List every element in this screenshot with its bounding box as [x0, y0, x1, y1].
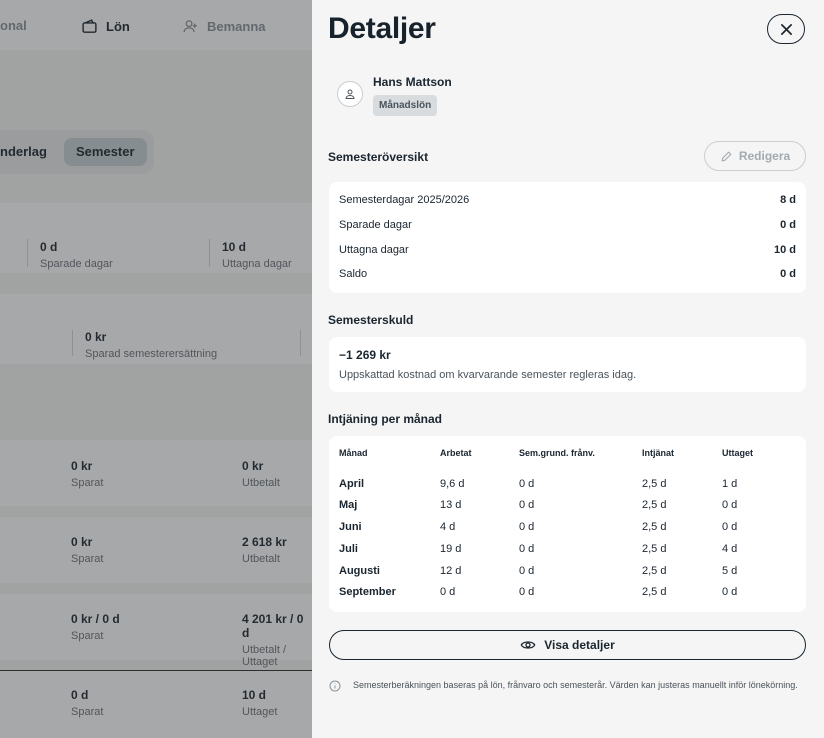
eye-icon — [520, 641, 536, 649]
debt-value: −1 269 kr — [339, 348, 391, 362]
avatar — [337, 81, 363, 107]
debt-panel: −1 269 kr Uppskattad kostnad om kvarvara… — [329, 337, 806, 392]
table-row: September 0 d 0 d 2,5 d 0 d — [339, 586, 738, 598]
earnings-title: Intjäning per månad — [328, 412, 443, 426]
user-icon — [345, 89, 355, 99]
table-row: Maj 13 d 0 d 2,5 d 0 d — [339, 499, 738, 511]
column-header: Månad — [339, 448, 368, 458]
table-row: April 9,6 d 0 d 2,5 d 1 d — [339, 478, 738, 490]
close-button[interactable] — [767, 14, 805, 44]
column-header: Uttaget — [722, 448, 753, 458]
table-row: Juli 19 d 0 d 2,5 d 4 d — [339, 543, 738, 555]
employee-name: Hans Mattson — [373, 75, 452, 89]
column-header: Arbetat — [440, 448, 472, 458]
column-header: Intjänat — [642, 448, 675, 458]
table-row: Augusti 12 d 0 d 2,5 d 5 d — [339, 565, 738, 577]
debt-description: Uppskattad kostnad om kvarvarande semest… — [339, 369, 637, 381]
overview-row: Uttagna dagar 10 d — [339, 244, 796, 256]
earnings-table: Månad Arbetat Sem.grund. frånv. Intjänat… — [329, 436, 806, 612]
show-details-button[interactable]: Visa detaljer — [329, 630, 806, 660]
overview-title: Semesteröversikt — [328, 150, 429, 164]
info-icon — [329, 680, 341, 692]
overview-panel: Semesterdagar 2025/2026 8 d Sparade daga… — [329, 182, 806, 293]
debt-title: Semesterskuld — [328, 313, 414, 327]
column-header: Sem.grund. frånv. — [519, 448, 595, 458]
close-icon — [780, 23, 792, 35]
pencil-icon — [721, 151, 732, 161]
table-row: Juni 4 d 0 d 2,5 d 0 d — [339, 521, 738, 533]
overview-row: Semesterdagar 2025/2026 8 d — [339, 194, 796, 206]
salary-type-badge: Månadslön — [373, 95, 438, 116]
overview-row: Sparade dagar 0 d — [339, 219, 796, 231]
details-drawer: Detaljer Hans Mattson Månadslön Semester… — [312, 0, 824, 738]
employee-header: Hans Mattson Månadslön — [337, 72, 452, 116]
info-note: Semesterberäkningen baseras på lön, från… — [329, 678, 799, 693]
drawer-title: Detaljer — [328, 12, 436, 45]
overview-row: Saldo 0 d — [339, 268, 796, 280]
edit-button[interactable]: Redigera — [704, 141, 806, 171]
